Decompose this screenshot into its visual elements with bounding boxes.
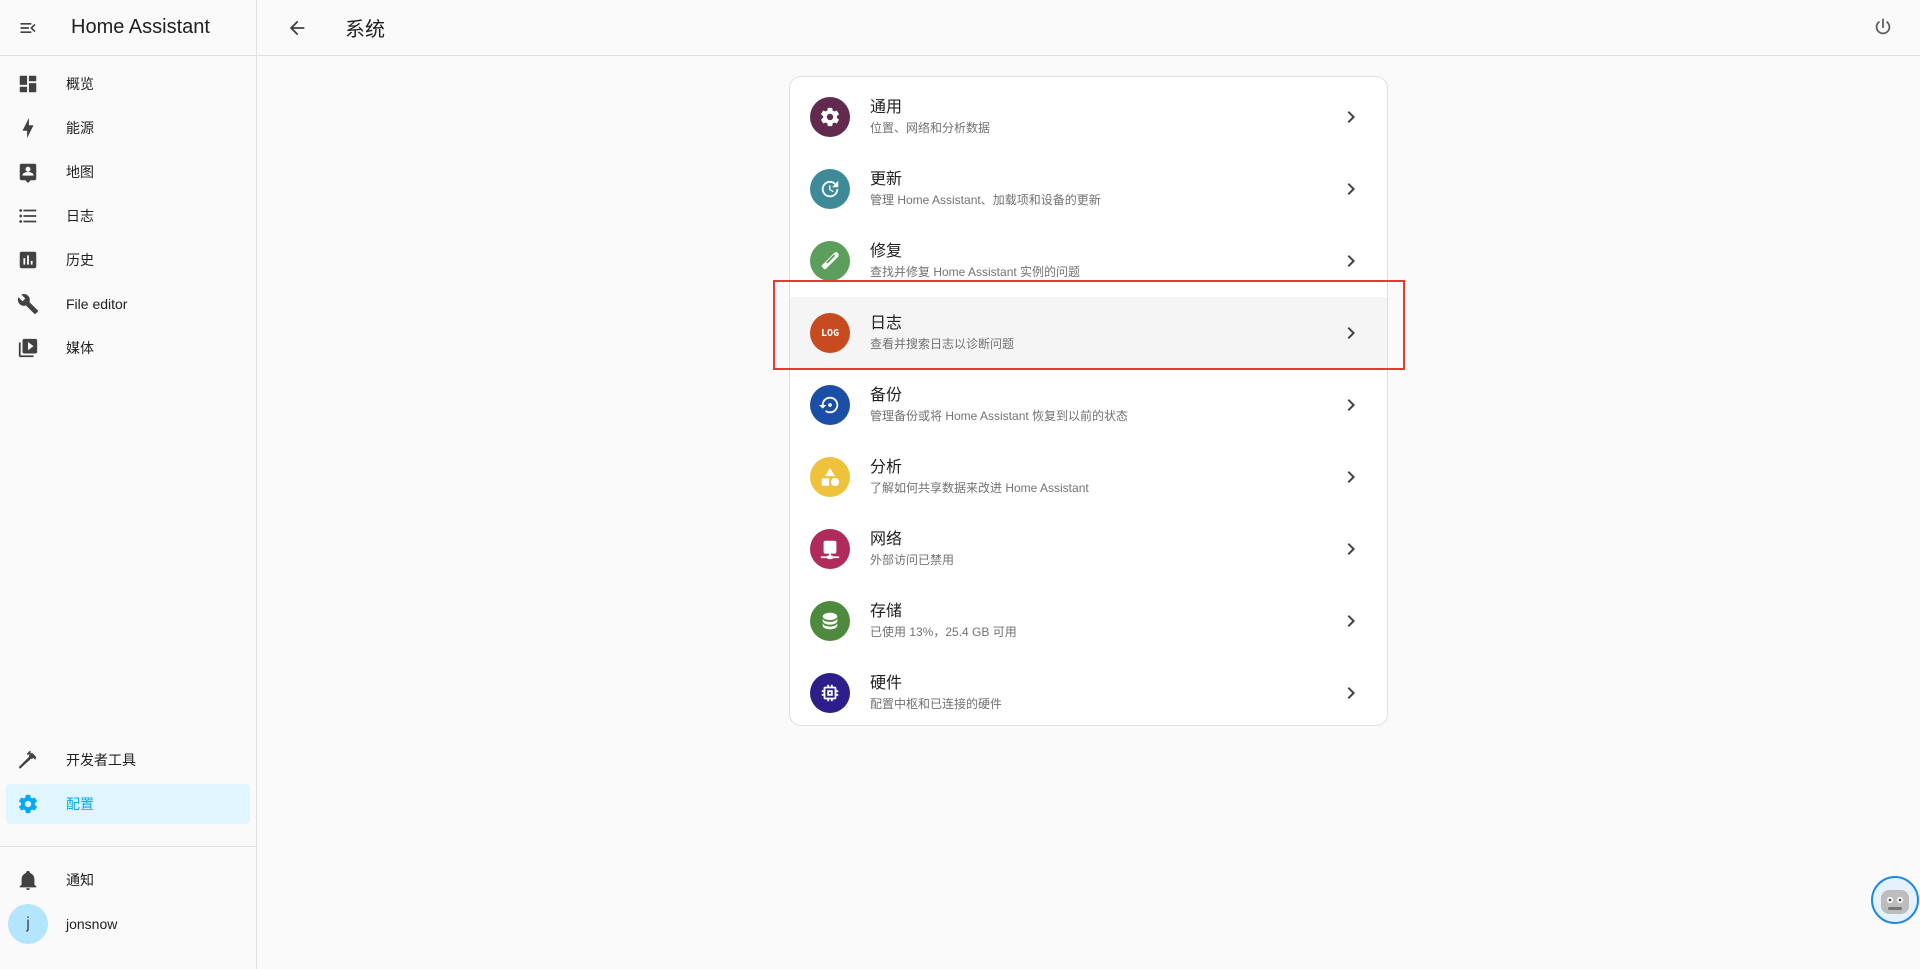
sidebar-item-label: 开发者工具 [66,752,136,768]
sidebar-divider [0,846,256,847]
row-subtitle: 位置、网络和分析数据 [870,121,991,135]
sidebar-item-label: File editor [66,296,128,312]
sidebar-item-history[interactable]: 历史 [6,240,250,280]
row-updates[interactable]: 更新 管理 Home Assistant、加载项和设备的更新 [790,153,1387,225]
row-subtitle: 外部访问已禁用 [870,553,955,567]
dashboard-icon [19,75,37,93]
row-title: 网络 [870,531,903,548]
selection-highlight-box [773,280,1405,370]
sidebar-item-label: 通知 [66,872,94,888]
bell-icon [19,870,37,891]
sidebar-item-label: 地图 [66,164,94,180]
row-subtitle: 管理 Home Assistant、加载项和设备的更新 [870,193,1101,207]
row-analytics[interactable]: 分析 了解如何共享数据来改进 Home Assistant [790,441,1387,513]
avatar: j [8,904,48,944]
sidebar-item-profile[interactable]: j jonsnow [6,904,250,944]
row-title: 备份 [870,387,903,404]
wrench-icon [17,294,39,315]
row-title: 通用 [870,99,903,116]
sidebar-header: Home Assistant [0,0,256,56]
row-subtitle: 管理备份或将 Home Assistant 恢复到以前的状态 [870,409,1129,423]
chevron-right-icon [1347,183,1355,195]
chevron-right-icon [1347,615,1355,627]
sidebar-item-label: 能源 [66,120,94,136]
chevron-right-icon [1347,471,1355,483]
network-icon [820,540,840,560]
system-settings-card: 通用 位置、网络和分析数据 更新 管理 Home Assistant、加载项和设… [789,76,1388,726]
sidebar-item-file-editor[interactable]: File editor [6,284,250,324]
shapes-icon [821,467,840,487]
chip-icon [821,684,839,702]
list-icon [19,209,37,223]
chevron-right-icon [1347,399,1355,411]
assistant-help-button[interactable] [1871,876,1919,924]
app-title: Home Assistant [71,16,210,38]
updates-badge [810,169,850,209]
repairs-badge [810,241,850,281]
row-title: 存储 [870,603,903,620]
row-network[interactable]: 网络 外部访问已禁用 [790,513,1387,585]
gear-icon [821,107,839,127]
menu-open-icon [20,22,36,33]
sidebar-item-label: 历史 [66,252,94,268]
chevron-right-icon [1347,687,1355,699]
sidebar-item-developer-tools[interactable]: 开发者工具 [6,740,250,780]
row-title: 分析 [870,459,903,476]
gear-icon [19,794,37,814]
top-bar: 系统 [257,0,1920,56]
analytics-badge [810,457,850,497]
hardware-badge [810,673,850,713]
backups-badge [810,385,850,425]
back-button[interactable] [269,0,325,56]
backup-icon [819,396,839,414]
row-subtitle: 已使用 13%，25.4 GB 可用 [870,625,1017,639]
sidebar: Home Assistant 概览 能源 地图 日志 历史 File edito… [0,0,257,969]
bandage-icon [821,252,839,270]
sidebar-item-logbook[interactable]: 日志 [6,196,250,236]
row-general[interactable]: 通用 位置、网络和分析数据 [790,81,1387,153]
update-icon [821,180,839,198]
row-title: 更新 [870,171,903,188]
network-badge [810,529,850,569]
sidebar-item-notifications[interactable]: 通知 [6,860,250,900]
user-name: jonsnow [66,916,118,932]
sidebar-item-overview[interactable]: 概览 [6,64,250,104]
sidebar-item-map[interactable]: 地图 [6,152,250,192]
sidebar-item-media[interactable]: 媒体 [6,328,250,368]
power-icon [1875,18,1891,35]
arrow-left-icon [289,20,305,35]
row-backups[interactable]: 备份 管理备份或将 Home Assistant 恢复到以前的状态 [790,369,1387,441]
chevron-right-icon [1347,255,1355,267]
row-title: 硬件 [870,675,903,692]
storage-badge [810,601,850,641]
general-badge [810,97,850,137]
sidebar-item-config[interactable]: 配置 [6,784,250,824]
row-subtitle: 配置中枢和已连接的硬件 [870,697,1003,711]
row-subtitle: 查找并修复 Home Assistant 实例的问题 [870,265,1081,279]
chevron-right-icon [1347,111,1355,123]
lightning-icon [22,117,34,139]
power-button[interactable] [1872,16,1896,40]
database-icon [822,612,838,630]
map-icon [19,163,37,183]
sidebar-item-label: 日志 [66,208,94,224]
sidebar-item-label: 媒体 [66,340,94,356]
row-title: 修复 [870,243,903,260]
hammer-icon [18,750,36,769]
robot-icon [1881,890,1909,914]
sidebar-item-label: 概览 [66,76,94,92]
chart-icon [19,251,37,269]
row-subtitle: 了解如何共享数据来改进 Home Assistant [870,481,1089,495]
sidebar-item-label: 配置 [66,796,94,812]
media-icon [18,338,38,358]
page-title: 系统 [345,19,385,41]
menu-collapse-button[interactable] [0,0,56,56]
chevron-right-icon [1347,543,1355,555]
row-storage[interactable]: 存储 已使用 13%，25.4 GB 可用 [790,585,1387,657]
sidebar-item-energy[interactable]: 能源 [6,108,250,148]
row-hardware[interactable]: 硬件 配置中枢和已连接的硬件 [790,657,1387,725]
